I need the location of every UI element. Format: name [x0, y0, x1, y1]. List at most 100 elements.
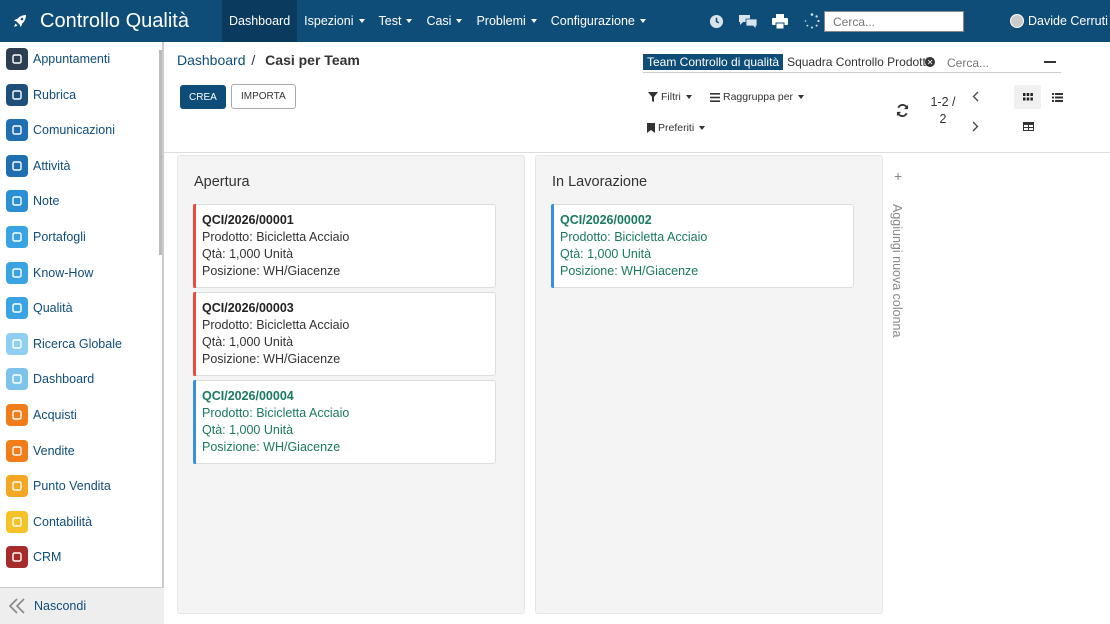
clock-icon[interactable] — [700, 0, 732, 42]
pivot-view-icon[interactable] — [1019, 118, 1037, 134]
kanban-column: In Lavorazione QCI/2026/00002 Prodotto: Bi… — [535, 155, 883, 614]
card-reference: QCI/2026/00003 — [202, 301, 294, 315]
app-brand[interactable]: Controllo Qualità — [0, 0, 222, 42]
caret-down-icon — [358, 19, 365, 23]
add-column-button[interactable]: + Aggiungi nuova colonna — [884, 168, 912, 368]
create-button[interactable]: CREA — [180, 85, 226, 109]
kanban-view-icon[interactable] — [1014, 85, 1041, 109]
caret-down-icon — [639, 19, 646, 23]
handshake-icon — [6, 546, 28, 569]
menu-test[interactable]: Test — [372, 0, 420, 42]
sidebar-item-appuntamenti[interactable]: Appuntamenti — [6, 47, 110, 71]
control-panel-divider — [164, 152, 1110, 153]
sidebar-item-comunicazioni[interactable]: Comunicazioni — [6, 118, 115, 142]
top-navbar: Controllo Qualità Dashboard Ispezioni Te… — [0, 0, 1110, 42]
sidebar-item-crm[interactable]: CRM — [6, 545, 61, 569]
import-button[interactable]: IMPORTA — [231, 84, 296, 109]
sidebar-scrollbar[interactable] — [159, 50, 162, 255]
pager-value[interactable]: 1-2 / 2 — [926, 94, 960, 128]
sidebar-item-label: Vendite — [33, 443, 75, 458]
sidebar-item-punto-vendita[interactable]: Punto Vendita — [6, 474, 111, 498]
chat-icon[interactable] — [732, 0, 764, 42]
lock-icon — [6, 226, 28, 248]
sidebar-item-label: Portafogli — [33, 230, 86, 244]
sidebar-item-qualit-[interactable]: Qualità — [6, 296, 73, 320]
menu-ispezioni[interactable]: Ispezioni — [297, 0, 371, 42]
menu-label: Dashboard — [229, 14, 291, 28]
sidebar-item-acquisti[interactable]: Acquisti — [6, 403, 77, 427]
chevron-right-icon[interactable] — [968, 119, 982, 133]
sidebar-item-label: Appuntamenti — [33, 52, 111, 66]
card-product: Prodotto: Bicicletta Acciaio — [202, 406, 350, 420]
minus-icon[interactable] — [1044, 61, 1056, 63]
double-chevron-left-icon — [8, 598, 25, 614]
sidebar-item-dashboard[interactable]: Dashboard — [6, 367, 94, 391]
kanban-card[interactable]: QCI/2026/00001 Prodotto: Bicicletta Accia… — [193, 204, 496, 288]
group-by-button[interactable]: Raggruppa per — [710, 91, 805, 103]
menu-label: Ispezioni — [304, 14, 354, 28]
group-by-label: Raggruppa per — [723, 91, 794, 103]
filter-icon — [648, 92, 658, 102]
refresh-icon[interactable] — [894, 102, 910, 118]
message-icon — [6, 119, 28, 142]
menu-label: Test — [378, 14, 402, 28]
breadcrumb-parent[interactable]: Dashboard — [177, 52, 246, 68]
sidebar-item-rubrica[interactable]: Rubrica — [6, 83, 76, 107]
sidebar-item-ricerca-globale[interactable]: Ricerca Globale — [6, 332, 122, 356]
kanban-card[interactable]: QCI/2026/00004 Prodotto: Bicicletta Accia… — [193, 380, 496, 464]
search-input[interactable] — [947, 54, 1029, 72]
chevron-left-icon[interactable] — [968, 89, 982, 103]
card-reference: QCI/2026/00001 — [202, 213, 294, 227]
page-title: Casi per Team — [265, 52, 360, 68]
avatar — [1010, 14, 1024, 28]
sidebar-item-attivit-[interactable]: Attività — [6, 154, 71, 178]
main-menu: Dashboard Ispezioni Test Casi Problemi C… — [222, 0, 653, 42]
dashboard-icon — [6, 368, 28, 391]
breadcrumb-separator: / — [251, 52, 256, 68]
sidebar-item-note[interactable]: Note — [6, 189, 59, 213]
card-reference: QCI/2026/00002 — [560, 213, 652, 227]
status-stripe — [193, 380, 196, 464]
card-quantity: Qtà: 1,000 Unità — [560, 247, 652, 261]
search-underline — [643, 72, 1061, 73]
filters-button[interactable]: Filtri — [648, 91, 692, 103]
favorites-button[interactable]: Preferiti — [647, 122, 706, 134]
list-view-icon[interactable] — [1048, 88, 1066, 106]
contacts-icon — [6, 83, 28, 106]
sidebar-item-label: Note — [33, 194, 60, 209]
card-product: Prodotto: Bicicletta Acciaio — [560, 230, 708, 244]
sidebar-item-label: Acquisti — [33, 408, 77, 422]
accounting-icon — [6, 510, 28, 533]
sidebar-item-label: Comunicazioni — [33, 123, 115, 138]
column-title[interactable]: In Lavorazione — [552, 174, 647, 190]
print-icon[interactable] — [764, 0, 796, 42]
menu-problemi[interactable]: Problemi — [469, 0, 543, 42]
menu-configurazione[interactable]: Configurazione — [544, 0, 653, 42]
kanban-card[interactable]: QCI/2026/00002 Prodotto: Bicicletta Accia… — [551, 204, 854, 288]
card-quantity: Qtà: 1,000 Unità — [202, 335, 294, 349]
sidebar-item-know-how[interactable]: Know-How — [6, 261, 93, 285]
sidebar-item-label: Contabilità — [33, 514, 93, 529]
kanban-card[interactable]: QCI/2026/00003 Prodotto: Bicicletta Accia… — [193, 292, 496, 376]
column-title[interactable]: Apertura — [194, 174, 250, 190]
sidebar-item-portafogli[interactable]: Portafogli — [6, 225, 86, 249]
sidebar-item-label: CRM — [33, 550, 62, 565]
menu-casi[interactable]: Casi — [419, 0, 469, 42]
card-icon — [6, 404, 28, 426]
card-location: Posizione: WH/Giacenze — [202, 264, 341, 278]
user-menu[interactable]: Davide Cerruti — [1010, 0, 1108, 42]
sidebar-item-vendite[interactable]: Vendite — [6, 439, 75, 463]
breadcrumb: Dashboard / Casi per Team — [177, 52, 360, 68]
sidebar: Appuntamenti Rubrica Comunicazioni Attività… — [0, 42, 164, 624]
add-column-label: Aggiungi nuova colonna — [890, 204, 904, 338]
menu-dashboard[interactable]: Dashboard — [222, 0, 298, 42]
card-location: Posizione: WH/Giacenze — [202, 440, 341, 454]
close-icon[interactable]: ✕ — [925, 57, 936, 67]
chart-line-icon — [6, 439, 28, 462]
sidebar-item-contabilit-[interactable]: Contabilità — [6, 510, 92, 534]
checkbox-icon — [6, 154, 28, 177]
global-search-input[interactable] — [824, 11, 964, 32]
status-stripe — [193, 292, 196, 376]
sidebar-hide-toggle[interactable]: Nascondi — [0, 587, 164, 624]
menu-label: Casi — [426, 14, 452, 28]
